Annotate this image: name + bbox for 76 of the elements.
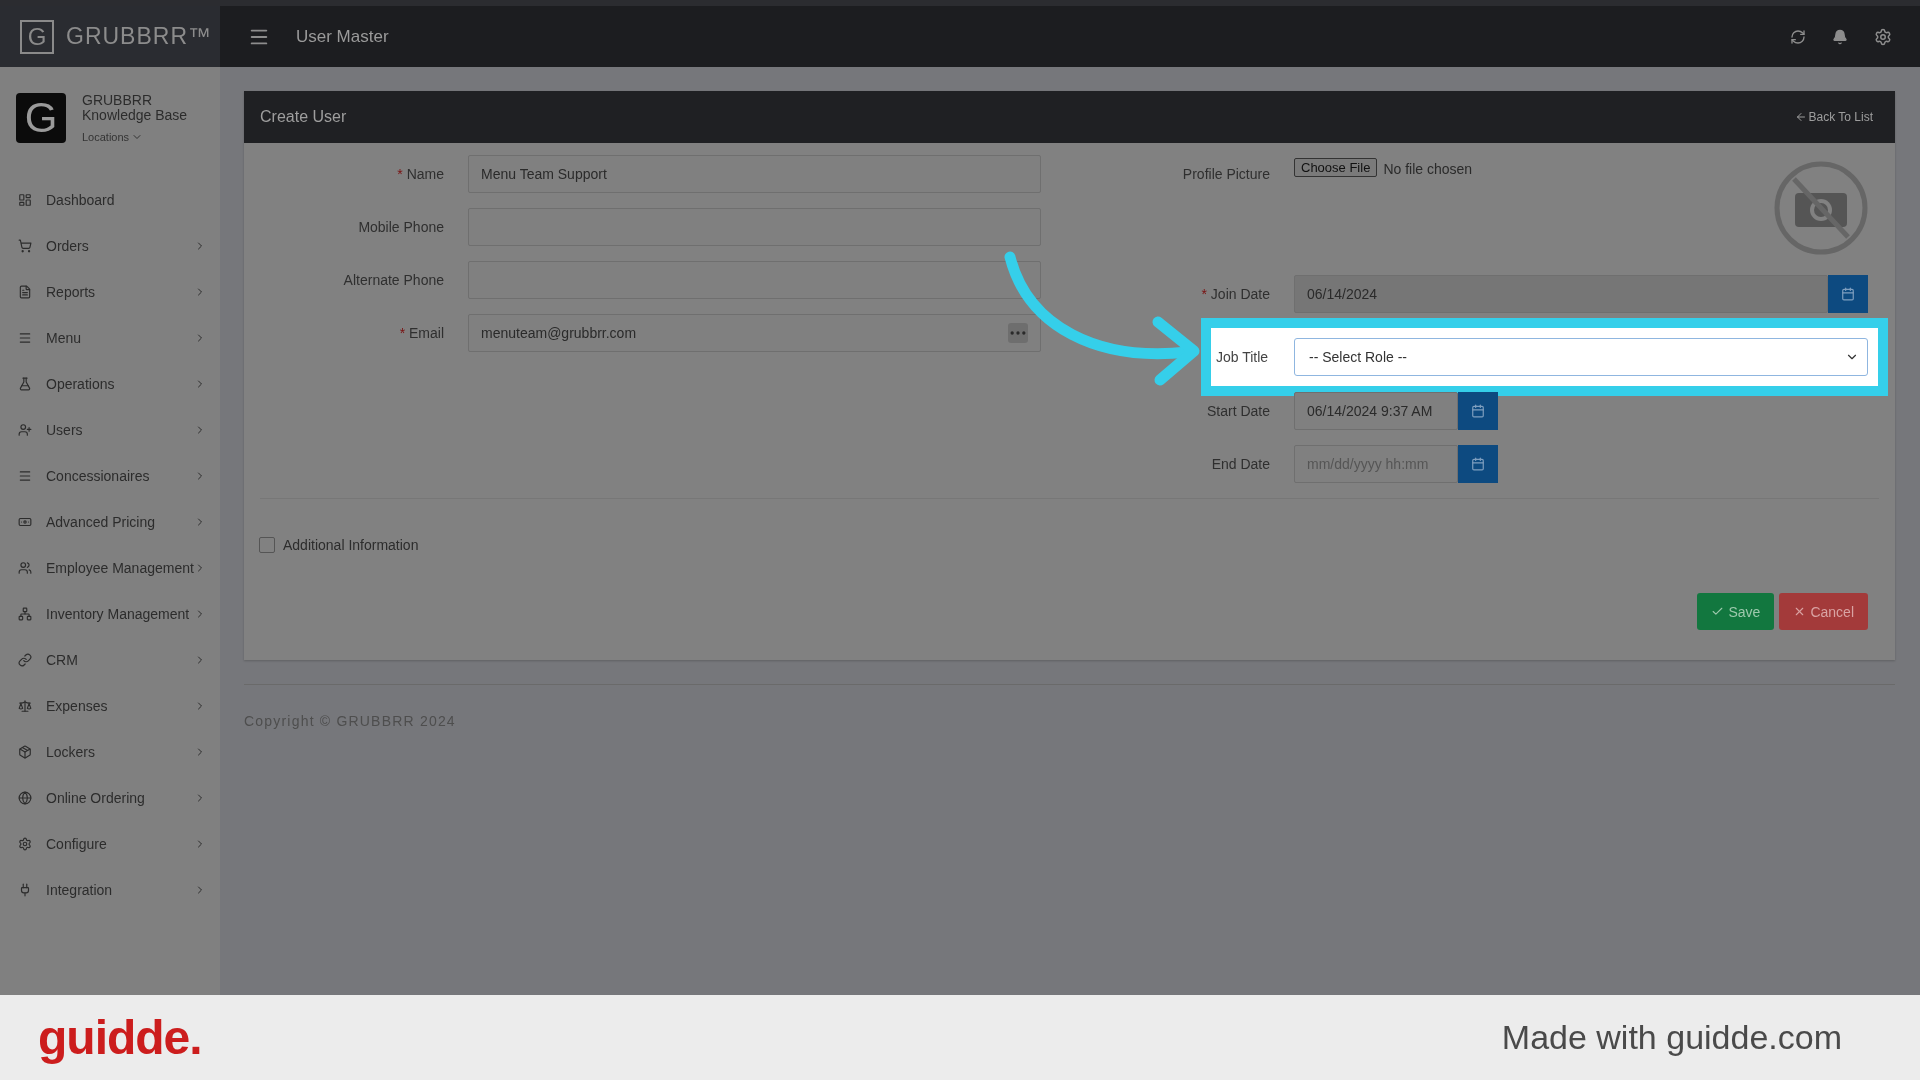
- start-date-field[interactable]: 06/14/2024 9:37 AM: [1294, 392, 1458, 430]
- dots-icon[interactable]: [1008, 323, 1028, 343]
- card-title: Create User: [260, 108, 347, 126]
- save-button[interactable]: Save: [1697, 593, 1775, 630]
- calendar-icon[interactable]: [1828, 275, 1868, 313]
- user-plus-icon: [18, 423, 32, 437]
- field-label: Start Date: [1205, 402, 1271, 419]
- field-label: Mobile Phone: [357, 218, 445, 235]
- link-icon: [18, 653, 32, 667]
- sidebar-item[interactable]: Concessionaires: [0, 453, 220, 499]
- checkbox-label: Additional Information: [283, 537, 419, 553]
- calendar-icon[interactable]: [1458, 445, 1498, 483]
- sidebar-item[interactable]: Orders: [0, 223, 220, 269]
- hierarchy-icon: [18, 607, 32, 621]
- checkbox[interactable]: [259, 537, 275, 553]
- sidebar-item[interactable]: Online Ordering: [0, 775, 220, 821]
- account-logo: G: [16, 93, 66, 143]
- flask-icon: [18, 377, 32, 391]
- logo-icon: G: [20, 19, 54, 54]
- sidebar-item[interactable]: Menu: [0, 315, 220, 361]
- sidebar-item[interactable]: Operations: [0, 361, 220, 407]
- required-mark: *: [1201, 286, 1208, 302]
- join-date-field[interactable]: 06/14/2024: [1294, 275, 1828, 313]
- role-select[interactable]: -- Select Role --: [1294, 338, 1868, 376]
- sidebar-item[interactable]: Lockers: [0, 729, 220, 775]
- sidebar-item[interactable]: Inventory Management: [0, 591, 220, 637]
- scale-icon: [18, 699, 32, 713]
- page-title: User Master: [296, 26, 389, 47]
- package-icon: [18, 745, 32, 759]
- sidebar-item[interactable]: Expenses: [0, 683, 220, 729]
- banknote-icon: [18, 515, 32, 529]
- dashboard-icon: [18, 193, 32, 207]
- settings-icon[interactable]: [1874, 27, 1892, 46]
- cart-icon: [18, 239, 32, 253]
- list-icon: [18, 469, 32, 483]
- gear-icon: [18, 837, 32, 851]
- calendar-icon[interactable]: [1458, 392, 1498, 430]
- no-camera-icon: [1774, 161, 1868, 255]
- field-label: * Name: [396, 165, 445, 182]
- plug-icon: [18, 883, 32, 897]
- field-label: Profile Picture: [1181, 165, 1271, 182]
- check-icon: [1711, 605, 1725, 618]
- field-label: End Date: [1210, 455, 1271, 472]
- required-mark: *: [399, 325, 407, 341]
- account-name: GRUBBRR Knowledge Base: [82, 93, 189, 123]
- brand-name: GRUBBRR™: [66, 23, 212, 50]
- sidebar-item[interactable]: Advanced Pricing: [0, 499, 220, 545]
- field-label: Alternate Phone: [342, 271, 445, 288]
- globe-icon: [18, 791, 32, 805]
- input-field[interactable]: menuteam@grubbrr.com: [468, 314, 1041, 352]
- list-icon: [18, 331, 32, 345]
- refresh-icon[interactable]: [1790, 28, 1806, 45]
- users-icon: [18, 561, 32, 575]
- guidde-note: Made with guidde.com: [1501, 1018, 1842, 1057]
- required-mark: *: [397, 166, 404, 182]
- locations-dropdown[interactable]: Locations: [82, 131, 202, 143]
- sidebar-item[interactable]: Employee Management: [0, 545, 220, 591]
- sidebar-item[interactable]: Users: [0, 407, 220, 453]
- input-field[interactable]: Menu Team Support: [468, 155, 1041, 193]
- bell-icon[interactable]: [1832, 28, 1848, 45]
- document-icon: [18, 285, 32, 299]
- input-field[interactable]: [468, 261, 1041, 299]
- sidebar-item[interactable]: CRM: [0, 637, 220, 683]
- field-label: * Email: [398, 324, 445, 341]
- arrow-left-icon: [1794, 111, 1807, 123]
- field-label: Job Title: [1215, 349, 1270, 365]
- cancel-button[interactable]: Cancel: [1779, 593, 1868, 630]
- file-status: No file chosen: [1383, 161, 1473, 177]
- sidebar-item[interactable]: Reports: [0, 269, 220, 315]
- sidebar-item[interactable]: Dashboard: [0, 177, 220, 223]
- sidebar-item[interactable]: Configure: [0, 821, 220, 867]
- choose-file-button[interactable]: Choose File: [1294, 158, 1378, 177]
- sidebar-item[interactable]: Integration: [0, 867, 220, 913]
- field-label: * Join Date: [1200, 285, 1271, 302]
- back-link[interactable]: Back To List: [1794, 110, 1873, 124]
- guidde-logo: guidde.: [38, 1010, 202, 1065]
